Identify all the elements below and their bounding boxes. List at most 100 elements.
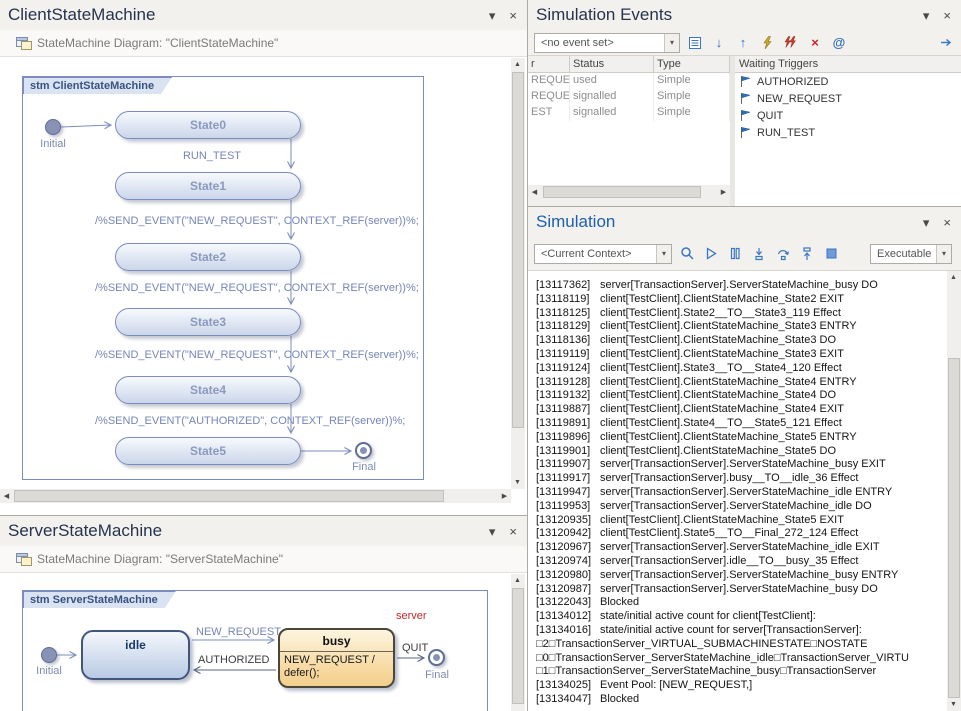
collapse-icon[interactable]: ▾ (489, 9, 496, 22)
waiting-trigger-item[interactable]: RUN_TEST (735, 124, 961, 141)
initial-node[interactable] (45, 119, 61, 135)
final-node[interactable] (428, 649, 445, 666)
scrollbar-thumb[interactable] (512, 72, 524, 428)
log-timestamp: [13119896] (536, 431, 600, 445)
server-vertical-scrollbar[interactable]: ▲ (511, 574, 525, 711)
events-horizontal-scrollbar[interactable]: ◀ ▶ (528, 185, 730, 200)
move-up-icon[interactable]: ↑ (734, 34, 752, 52)
play-icon[interactable] (702, 245, 720, 263)
close-icon[interactable]: × (509, 9, 517, 22)
client-vertical-scrollbar[interactable]: ▲ ▼ (511, 58, 525, 489)
log-line: [13134012]state/initial active count for… (536, 610, 947, 624)
event-set-list-icon[interactable] (686, 34, 704, 52)
delete-trigger-icon[interactable]: × (806, 34, 824, 52)
log-timestamp: [13119132] (536, 389, 600, 403)
log-timestamp: [13118119] (536, 293, 600, 307)
scrollbar-thumb[interactable] (948, 358, 960, 698)
table-row[interactable]: EST signalled Simple (528, 105, 730, 121)
state-idle[interactable]: idle (81, 630, 190, 680)
scroll-up-button[interactable]: ▲ (947, 271, 960, 284)
simulation-log[interactable]: [13117362]server[TransactionServer].Serv… (528, 271, 947, 711)
collapse-icon[interactable]: ▾ (923, 9, 930, 22)
step-into-icon[interactable] (750, 245, 768, 263)
step-over-icon[interactable] (774, 245, 792, 263)
column-header-trigger[interactable]: r (528, 56, 570, 72)
final-label: Final (334, 461, 394, 473)
log-timestamp: [13118136] (536, 334, 600, 348)
scroll-left-button[interactable]: ◀ (528, 185, 541, 198)
state-state1[interactable]: State1 (115, 172, 301, 200)
context-dropdown[interactable]: <Current Context> ▾ (534, 244, 672, 264)
waiting-trigger-item[interactable]: QUIT (735, 107, 961, 124)
log-line: [13119953]server[TransactionServer].Serv… (536, 500, 947, 514)
log-line: [13119887]client[TestClient].ClientState… (536, 403, 947, 417)
scroll-up-button[interactable]: ▲ (511, 58, 524, 71)
close-icon[interactable]: × (509, 525, 517, 538)
statemachine-diagram-icon (16, 37, 32, 50)
column-header-status[interactable]: Status (570, 56, 654, 72)
scroll-left-button[interactable]: ◀ (0, 489, 13, 502)
scroll-down-button[interactable]: ▼ (511, 476, 524, 489)
column-header-type[interactable]: Type (654, 56, 730, 72)
collapse-icon[interactable]: ▾ (489, 525, 496, 538)
search-icon[interactable] (678, 245, 696, 263)
move-down-icon[interactable]: ↓ (710, 34, 728, 52)
initial-node[interactable] (41, 647, 57, 663)
client-horizontal-scrollbar[interactable]: ◀ ▶ (0, 489, 511, 503)
log-timestamp: [13117362] (536, 279, 600, 293)
table-header-row: r Status Type (528, 56, 730, 73)
log-line: [13134047]Blocked (536, 693, 947, 707)
log-line: [13122043]Blocked (536, 596, 947, 610)
scroll-right-button[interactable]: ▶ (717, 185, 730, 198)
collapse-icon[interactable]: ▾ (923, 216, 930, 229)
stop-icon[interactable] (822, 245, 840, 263)
chevron-down-icon[interactable]: ▾ (664, 34, 679, 52)
panel-title: ClientStateMachine (8, 5, 155, 25)
log-line: [13119132]client[TestClient].ClientState… (536, 389, 947, 403)
log-timestamp: [13134025] (536, 679, 600, 693)
scroll-down-button[interactable]: ▼ (947, 698, 960, 711)
multi-fire-trigger-icon[interactable] (782, 34, 800, 52)
diagram-caption-text: StateMachine Diagram: "ServerStateMachin… (37, 552, 283, 566)
scroll-right-button[interactable]: ▶ (498, 489, 511, 502)
table-row[interactable]: REQUES signalled Simple (528, 89, 730, 105)
step-out-icon[interactable] (798, 245, 816, 263)
state-state5[interactable]: State5 (115, 437, 301, 465)
log-timestamp: [13119953] (536, 500, 600, 514)
busy-internal-line1: NEW_REQUEST / (284, 654, 389, 667)
pause-icon[interactable] (726, 245, 744, 263)
window-buttons: ▾ × (475, 525, 517, 538)
at-icon[interactable]: @ (830, 34, 848, 52)
table-row[interactable]: REQUES used Simple (528, 73, 730, 89)
scrollbar-thumb[interactable] (512, 588, 524, 704)
scrollbar-thumb[interactable] (14, 490, 444, 502)
fire-trigger-icon[interactable] (758, 34, 776, 52)
log-timestamp: [13119901] (536, 445, 600, 459)
event-set-dropdown[interactable]: <no event set> ▾ (534, 33, 680, 53)
close-icon[interactable]: × (943, 216, 951, 229)
server-diagram-canvas[interactable]: stm ServerStateMachine Initial idle (0, 574, 511, 711)
initial-label: Initial (23, 138, 83, 150)
log-timestamp: [13134047] (536, 693, 600, 707)
fire-next-arrow-icon[interactable] (937, 34, 955, 52)
log-timestamp: [13120935] (536, 514, 600, 528)
log-line: [13119917]server[TransactionServer].busy… (536, 472, 947, 486)
waiting-trigger-item[interactable]: NEW_REQUEST (735, 90, 961, 107)
log-timestamp: [13118129] (536, 320, 600, 334)
state-state2[interactable]: State2 (115, 243, 301, 271)
waiting-trigger-item[interactable]: AUTHORIZED (735, 73, 961, 90)
state-state0[interactable]: State0 (115, 111, 301, 139)
state-busy[interactable]: busy NEW_REQUEST / defer(); (278, 628, 395, 688)
mode-dropdown[interactable]: Executable ▾ (870, 244, 952, 264)
chevron-down-icon[interactable]: ▾ (936, 245, 951, 263)
state-state4[interactable]: State4 (115, 376, 301, 404)
simulation-vertical-scrollbar[interactable]: ▲ ▼ (947, 271, 961, 711)
trigger-flag-icon (739, 75, 752, 88)
state-state3[interactable]: State3 (115, 308, 301, 336)
scroll-up-button[interactable]: ▲ (511, 574, 524, 587)
client-diagram-canvas[interactable]: stm ClientStateMachine In (0, 58, 511, 489)
chevron-down-icon[interactable]: ▾ (656, 245, 671, 263)
close-icon[interactable]: × (943, 9, 951, 22)
final-node[interactable] (355, 442, 372, 459)
scrollbar-thumb[interactable] (543, 186, 701, 198)
